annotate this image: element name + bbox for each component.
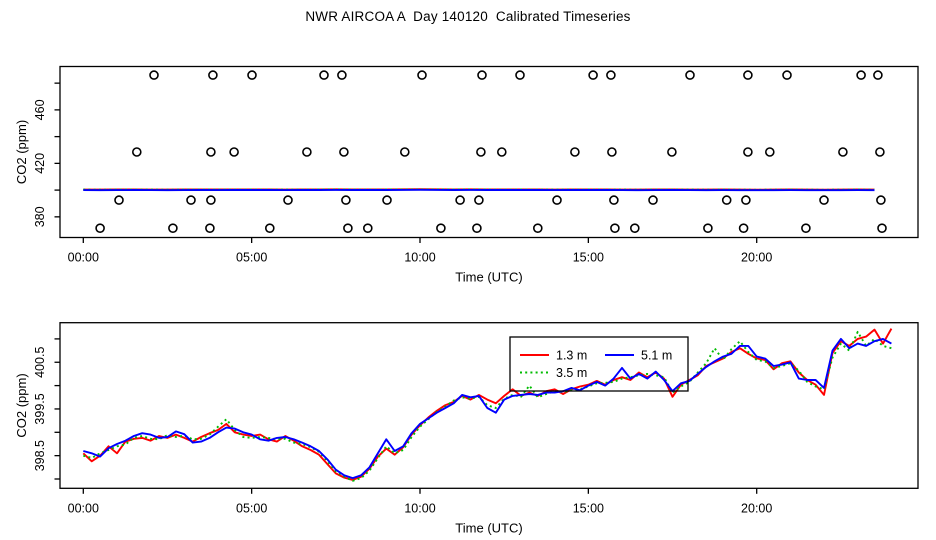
- calibration-circle: [607, 147, 617, 157]
- calibration-circle: [341, 195, 351, 205]
- calibration-circle: [685, 70, 695, 80]
- bottom-x-tick-label: 20:00: [741, 502, 772, 516]
- calibration-circle: [168, 223, 178, 233]
- calibration-circle: [515, 70, 525, 80]
- calibration-circle: [229, 147, 239, 157]
- calibration-circle: [206, 147, 216, 157]
- legend-label: 3.5 m: [556, 366, 587, 380]
- calibration-circle: [667, 147, 677, 157]
- calibration-circle: [609, 195, 619, 205]
- bottom-y-tick-label: 400.5: [33, 347, 47, 378]
- calibration-circle: [455, 195, 465, 205]
- calibration-circle: [782, 70, 792, 80]
- calibration-circle: [247, 70, 257, 80]
- calibration-circle: [873, 70, 883, 80]
- legend-label: 1.3 m: [556, 349, 587, 363]
- calibration-circle: [610, 223, 620, 233]
- top-y-tick-label: 460: [33, 99, 47, 120]
- top-panel-box: [59, 65, 919, 239]
- calibration-circle: [476, 147, 486, 157]
- calibration-circle: [743, 147, 753, 157]
- top-x-axis-label: Time (UTC): [455, 270, 522, 285]
- calibration-circle: [339, 147, 349, 157]
- calibration-circle: [186, 195, 196, 205]
- calibration-circle: [95, 223, 105, 233]
- calibration-circle: [629, 223, 640, 233]
- calibration-circle: [474, 195, 484, 205]
- bottom-x-axis-label: Time (UTC): [455, 521, 522, 536]
- calibration-circle: [206, 195, 216, 205]
- calibration-circle: [703, 223, 713, 233]
- calibration-circle: [856, 70, 866, 80]
- calibration-circle: [149, 70, 159, 80]
- calibration-circle: [606, 70, 616, 80]
- bottom-x-tick-label: 00:00: [68, 502, 99, 516]
- calibration-circle: [477, 70, 487, 80]
- calibration-circle: [132, 147, 142, 157]
- calibration-circle: [264, 223, 275, 233]
- calibration-circle: [496, 147, 507, 157]
- legend-label: 5.1 m: [641, 349, 672, 363]
- calibration-circle: [472, 223, 482, 233]
- plot-title: NWR AIRCOA A Day 140120 Calibrated Times…: [305, 9, 631, 24]
- bottom-y-axis-label: CO2 (ppm): [14, 373, 29, 437]
- top-y-axis-label: CO2 (ppm): [14, 120, 29, 184]
- calibration-circle: [721, 195, 732, 205]
- calibration-circle: [648, 195, 658, 205]
- calibration-circle: [588, 70, 598, 80]
- calibration-circle: [417, 70, 427, 80]
- top-x-tick-label: 10:00: [404, 251, 435, 265]
- calibration-circle: [819, 195, 829, 205]
- bottom-x-tick-label: 10:00: [404, 502, 435, 516]
- calibration-circle: [743, 70, 753, 80]
- calibration-circle: [801, 223, 811, 233]
- calibration-circle: [532, 223, 543, 233]
- calibration-circle: [343, 223, 353, 233]
- calibration-circle: [114, 195, 124, 205]
- calibration-circle: [283, 195, 293, 205]
- calibration-circle: [205, 223, 215, 233]
- plot-canvas: NWR AIRCOA A Day 140120 Calibrated Times…: [0, 0, 936, 540]
- top-y-tick-label: 380: [33, 206, 47, 227]
- calibration-circle: [436, 223, 446, 233]
- top-x-tick-label: 15:00: [573, 251, 604, 265]
- top-y-tick-label: 420: [33, 153, 47, 174]
- calibration-circle: [399, 147, 410, 157]
- calibration-circle: [337, 70, 347, 80]
- calibration-circle: [877, 223, 887, 233]
- bottom-series-line-green: [83, 330, 892, 482]
- bottom-x-tick-label: 15:00: [573, 502, 604, 516]
- bottom-x-tick-label: 05:00: [236, 502, 267, 516]
- bottom-y-tick-label: 398.5: [33, 440, 47, 471]
- calibration-circle: [570, 147, 580, 157]
- top-x-tick-label: 05:00: [236, 251, 267, 265]
- calibration-circle: [741, 195, 751, 205]
- calibration-circle: [838, 147, 848, 157]
- top-x-tick-label: 00:00: [68, 251, 99, 265]
- top-x-tick-label: 20:00: [741, 251, 772, 265]
- calibration-circle: [208, 70, 218, 80]
- calibration-circle: [764, 147, 775, 157]
- calibration-circle: [875, 147, 885, 157]
- calibration-circle: [382, 195, 392, 205]
- calibration-circle: [738, 223, 749, 233]
- bottom-series-line-blue: [83, 337, 892, 480]
- timeseries-chart-svg: 00:00 05:00 10:00 15:00 20:00 Time (UTC) 380 42…: [14, 65, 919, 536]
- calibration-circle: [876, 195, 886, 205]
- calibration-circle: [552, 195, 562, 205]
- bottom-y-tick-label: 399.5: [33, 393, 47, 424]
- calibration-circle: [302, 147, 312, 157]
- calibration-circle: [319, 70, 329, 80]
- bottom-panel-box: [59, 322, 919, 489]
- calibration-circle: [362, 223, 373, 233]
